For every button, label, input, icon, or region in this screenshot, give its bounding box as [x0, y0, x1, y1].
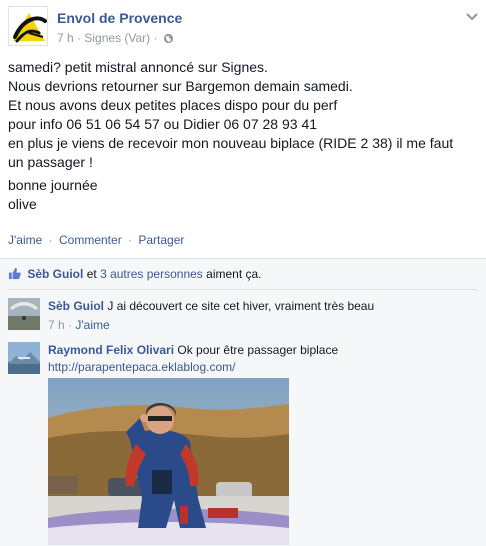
meta-separator: ·: [153, 31, 158, 45]
likes-suffix: aiment ça.: [206, 267, 262, 281]
post-closing: bonne journée olive: [8, 176, 476, 214]
comment-content: Raymond Felix Olivari Ok pour être passa…: [48, 342, 338, 375]
avatar[interactable]: [8, 298, 40, 330]
meta-separator: ·: [77, 31, 82, 45]
post-actions: J'aime · Commenter · Partager: [8, 233, 184, 247]
post-line: bonne journée: [8, 177, 98, 193]
post-line: en plus je viens de recevoir mon nouveau…: [8, 135, 454, 151]
comment-url-link[interactable]: http://parapentepaca.eklablog.com/: [48, 360, 235, 374]
paraglider-pilot-photo: [48, 378, 289, 545]
like-link[interactable]: J'aime: [8, 233, 42, 247]
likes-connector: et: [86, 267, 97, 281]
likes-summary: Sèb Guiol et 3 autres personnes aiment ç…: [8, 267, 262, 281]
comment-content: Sèb Guiol J ai découvert ce site cet hiv…: [48, 298, 374, 333]
post-body: samedi? petit mistral annoncé sur Signes…: [8, 58, 476, 218]
comment-text: Ok pour être passager biplace: [177, 343, 339, 357]
avatar[interactable]: [8, 342, 40, 374]
comment-item: Raymond Felix Olivari Ok pour être passa…: [8, 342, 478, 376]
page-logo[interactable]: [8, 6, 48, 46]
post-line: Et nous avons deux petites places dispo …: [8, 97, 338, 113]
post-header: Envol de Provence 7 h · Signes (Var) ·: [8, 6, 478, 48]
thumb-up-icon: [8, 267, 21, 280]
post-line: olive: [8, 196, 37, 212]
post-location[interactable]: Signes (Var): [84, 31, 150, 45]
liker-name[interactable]: Sèb Guiol: [27, 267, 83, 281]
comment-author[interactable]: Sèb Guiol: [48, 299, 104, 313]
share-link[interactable]: Partager: [138, 233, 184, 247]
divider: [8, 289, 478, 290]
post-line: un passager !: [8, 154, 93, 170]
comment-meta: 7 h · J'aime: [48, 317, 374, 333]
comment-photo[interactable]: [48, 378, 289, 545]
action-separator: ·: [128, 233, 133, 247]
chevron-down-icon[interactable]: [466, 12, 478, 22]
comment-link[interactable]: Commenter: [59, 233, 122, 247]
meta-separator: ·: [68, 318, 73, 332]
comment-like-link[interactable]: J'aime: [75, 318, 109, 332]
post-paragraph: samedi? petit mistral annoncé sur Signes…: [8, 58, 476, 172]
post-line: samedi? petit mistral annoncé sur Signes…: [8, 59, 268, 75]
comment-text: J ai découvert ce site cet hiver, vraime…: [107, 299, 375, 313]
post-line: Nous devrions retourner sur Bargemon dem…: [8, 78, 353, 94]
avatar-landscape-icon: [8, 342, 40, 374]
post-meta: 7 h · Signes (Var) ·: [57, 31, 174, 45]
paraglider-logo-icon: [9, 7, 47, 45]
page-name[interactable]: Envol de Provence: [57, 10, 182, 26]
globe-icon[interactable]: [163, 33, 174, 44]
comment-item: Sèb Guiol J ai découvert ce site cet hiv…: [8, 298, 478, 334]
post-time[interactable]: 7 h: [57, 31, 74, 45]
avatar-paraglider-icon: [8, 298, 40, 330]
action-separator: ·: [48, 233, 53, 247]
post-line: pour info 06 51 06 54 57 ou Didier 06 07…: [8, 116, 318, 132]
other-likers-link[interactable]: 3 autres personnes: [100, 267, 203, 281]
comment-author[interactable]: Raymond Felix Olivari: [48, 343, 174, 357]
comment-time[interactable]: 7 h: [48, 318, 65, 332]
